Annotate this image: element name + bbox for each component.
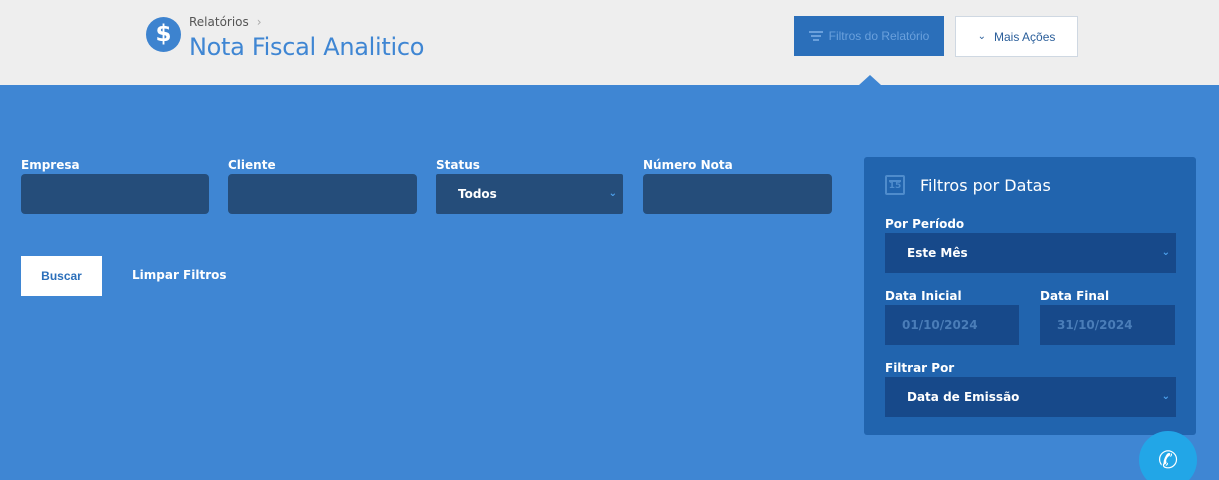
numero-nota-input[interactable] [643, 174, 832, 214]
status-select-value: Todos [458, 187, 497, 201]
date-filters-panel: 15 Filtros por Datas Por Período Este Mê… [864, 157, 1196, 435]
periodo-select-value: Este Mês [907, 246, 968, 260]
data-inicial-input[interactable]: 01/10/2024 [885, 305, 1019, 345]
status-label: Status [436, 158, 480, 172]
dollar-circle-icon: $ [146, 17, 181, 52]
chevron-down-icon: ⌄ [1161, 391, 1170, 402]
phone-call-button[interactable]: ✆ [1139, 431, 1197, 480]
calendar-icon-day: 15 [888, 181, 902, 191]
chevron-right-icon: › [256, 15, 262, 29]
filters-pointer [859, 75, 881, 85]
cliente-label: Cliente [228, 158, 276, 172]
more-actions-button[interactable]: ⌄ Mais Ações [955, 16, 1078, 57]
data-final-label: Data Final [1040, 289, 1110, 303]
breadcrumb: Relatórios › [189, 15, 262, 29]
filtrar-por-select-value: Data de Emissão [907, 390, 1020, 404]
data-final-value: 31/10/2024 [1057, 318, 1133, 332]
breadcrumb-item-relatorios[interactable]: Relatórios [189, 15, 249, 29]
data-inicial-value: 01/10/2024 [902, 318, 978, 332]
periodo-label: Por Período [885, 217, 965, 231]
chevron-down-icon: ⌄ [1161, 247, 1170, 258]
report-filters-label: Filtros do Relatório [828, 29, 930, 43]
report-filters-button[interactable]: Filtros do Relatório [794, 16, 944, 56]
more-actions-label: Mais Ações [994, 29, 1056, 44]
calendar-icon: 15 [885, 175, 905, 195]
chevron-down-icon: ⌄ [608, 188, 617, 199]
page-title: Nota Fiscal Analitico [189, 33, 425, 61]
empresa-label: Empresa [21, 158, 80, 172]
filtrar-por-select[interactable]: Data de Emissão ⌄ [885, 377, 1176, 417]
empresa-input[interactable] [21, 174, 209, 214]
chevron-down-icon: ⌄ [977, 31, 987, 42]
limpar-filtros-button[interactable]: Limpar Filtros [132, 268, 227, 282]
date-filters-title: Filtros por Datas [920, 176, 1051, 195]
cliente-input[interactable] [228, 174, 417, 214]
data-final-input[interactable]: 31/10/2024 [1040, 305, 1175, 345]
buscar-button[interactable]: Buscar [21, 256, 102, 296]
filtrar-por-label: Filtrar Por [885, 361, 955, 375]
data-inicial-label: Data Inicial [885, 289, 962, 303]
filter-icon [808, 29, 823, 43]
phone-icon: ✆ [1157, 446, 1179, 474]
numero-nota-label: Número Nota [643, 158, 733, 172]
status-select[interactable]: Todos ⌄ [436, 174, 623, 214]
top-header: $ Relatórios › Nota Fiscal Analitico Fil… [0, 0, 1219, 85]
periodo-select[interactable]: Este Mês ⌄ [885, 233, 1176, 273]
